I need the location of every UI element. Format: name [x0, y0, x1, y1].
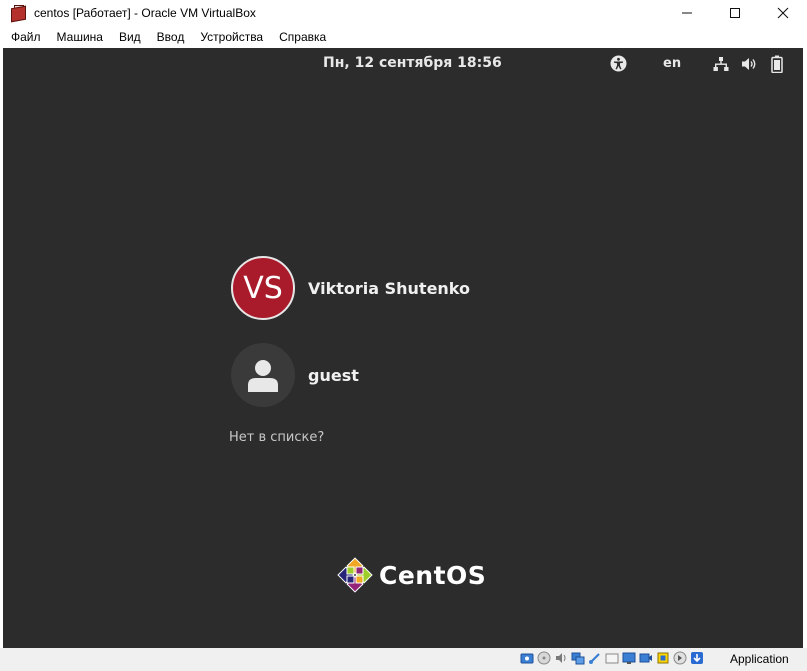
keyboard-capture-icon[interactable] — [690, 651, 704, 665]
menu-machine[interactable]: Машина — [49, 27, 111, 47]
menu-input[interactable]: Ввод — [149, 27, 193, 47]
avatar: VS — [231, 256, 295, 320]
menu-file[interactable]: Файл — [0, 27, 49, 47]
virtualbox-app-icon — [10, 5, 26, 23]
status-bar: Application — [0, 648, 807, 671]
virtualbox-window: centos [Работает] - Oracle VM VirtualBox — [0, 0, 807, 671]
user-name: guest — [308, 365, 359, 385]
usb-icon[interactable] — [588, 651, 602, 665]
user-silhouette-icon — [248, 360, 278, 392]
window-controls — [663, 0, 807, 26]
hard-disk-icon[interactable] — [520, 651, 534, 665]
user-name: Viktoria Shutenko — [308, 278, 471, 298]
minimize-icon — [682, 12, 692, 14]
menu-devices[interactable]: Устройства — [192, 27, 271, 47]
minimize-button[interactable] — [663, 0, 711, 26]
avatar — [231, 343, 295, 407]
gnome-top-bar: Пн, 12 сентября 18:56 en — [3, 48, 803, 80]
video-capture-icon[interactable] — [639, 651, 653, 665]
shared-folders-icon[interactable] — [605, 651, 619, 665]
cpu-icon[interactable] — [656, 651, 670, 665]
network-adapter-icon[interactable] — [571, 651, 585, 665]
title-bar[interactable]: centos [Работает] - Oracle VM VirtualBox — [0, 0, 807, 26]
close-icon — [777, 7, 789, 19]
centos-logo: CentOS — [337, 557, 486, 593]
date-time[interactable]: Пн, 12 сентября 18:56 — [323, 55, 502, 71]
maximize-button[interactable] — [711, 0, 759, 26]
network-icon[interactable] — [713, 56, 729, 72]
keyboard-layout-indicator[interactable]: en — [663, 56, 681, 71]
guest-display[interactable]: Пн, 12 сентября 18:56 en VS Viktoria Shu… — [3, 48, 803, 648]
user-list-item[interactable]: VS Viktoria Shutenko — [231, 255, 470, 321]
mouse-integration-icon[interactable] — [673, 651, 687, 665]
maximize-icon — [730, 8, 740, 18]
close-button[interactable] — [759, 0, 807, 26]
volume-icon[interactable] — [741, 56, 759, 72]
optical-drive-icon[interactable] — [537, 651, 551, 665]
window-title: centos [Работает] - Oracle VM VirtualBox — [34, 6, 256, 20]
menu-help[interactable]: Справка — [271, 27, 334, 47]
battery-icon[interactable] — [771, 55, 783, 73]
status-icons — [520, 651, 707, 665]
user-list-item[interactable]: guest — [231, 342, 359, 408]
menu-view[interactable]: Вид — [111, 27, 149, 47]
display-icon[interactable] — [622, 651, 636, 665]
not-listed-link[interactable]: Нет в списке? — [229, 430, 324, 445]
host-key-label: Application — [730, 652, 789, 666]
centos-logo-icon — [337, 557, 373, 593]
accessibility-icon[interactable] — [610, 55, 627, 72]
logo-text: CentOS — [379, 560, 487, 590]
audio-icon[interactable] — [554, 651, 568, 665]
menu-bar: Файл Машина Вид Ввод Устройства Справка — [0, 26, 807, 48]
